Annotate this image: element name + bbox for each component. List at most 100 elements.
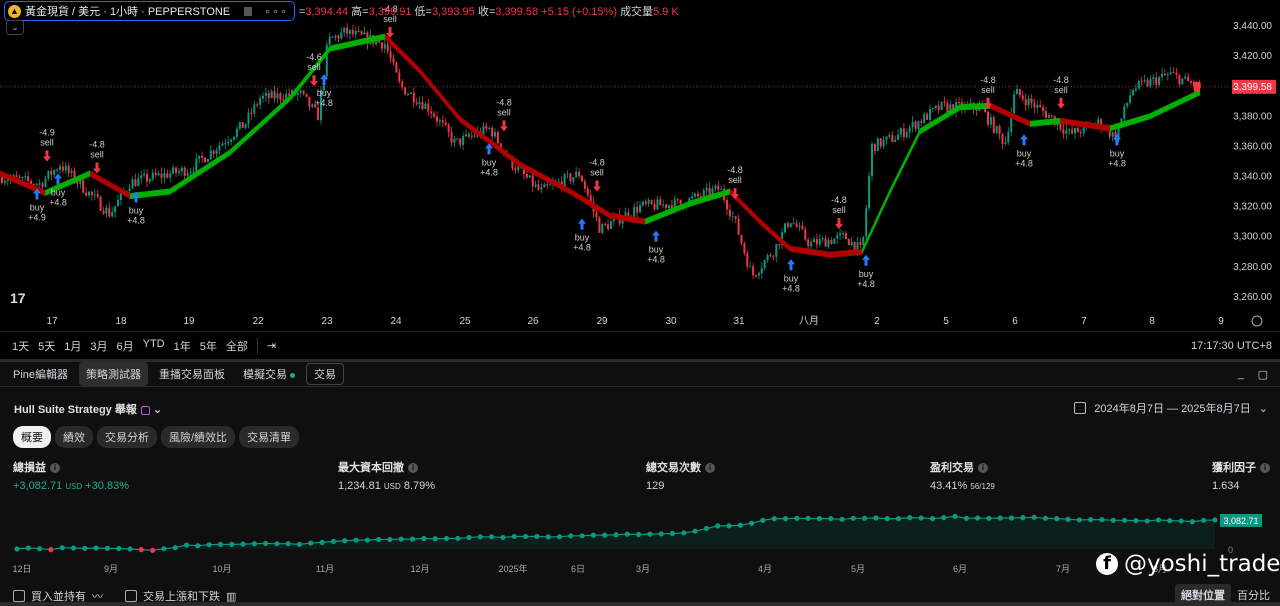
range-0[interactable]: 1天 xyxy=(12,338,29,354)
clock[interactable]: 17:17:30 UTC+8 xyxy=(1191,340,1272,352)
candle-body xyxy=(404,87,407,95)
info-icon[interactable]: i xyxy=(50,463,60,474)
equity-point xyxy=(805,515,811,521)
candle-body xyxy=(296,92,299,96)
buy-arrow-icon xyxy=(652,230,660,242)
subtab-0[interactable]: 概要 xyxy=(13,426,51,448)
candle-body xyxy=(221,143,224,146)
equity-point xyxy=(251,541,257,547)
candle-body xyxy=(450,131,453,143)
candle-body xyxy=(694,193,697,197)
candle-body xyxy=(360,31,363,35)
range-7[interactable]: 5年 xyxy=(200,338,217,354)
candle-body xyxy=(299,90,302,93)
equity-point xyxy=(409,536,416,542)
sell-arrow-icon xyxy=(835,218,843,230)
info-icon[interactable]: i xyxy=(1260,463,1270,474)
candle-body xyxy=(528,175,531,178)
equity-point xyxy=(364,537,370,543)
minimize-icon[interactable]: _ xyxy=(1238,368,1244,380)
goto-date-icon[interactable]: ⇥ xyxy=(267,339,276,352)
subtab-3[interactable]: 風險/績效比 xyxy=(161,426,236,448)
candle-body xyxy=(160,173,163,178)
signal-value: +4.9 xyxy=(28,213,46,223)
candle-body xyxy=(241,122,244,128)
equity-point xyxy=(828,516,834,522)
maximize-icon[interactable]: ▢ xyxy=(1258,368,1268,381)
signal-label: sell xyxy=(497,107,511,117)
range-1[interactable]: 5天 xyxy=(38,338,55,354)
subtab-2[interactable]: 交易分析 xyxy=(97,426,157,448)
range-2[interactable]: 1月 xyxy=(64,338,81,354)
equity-point xyxy=(658,531,664,537)
range-5[interactable]: YTD xyxy=(143,338,165,354)
candle-body xyxy=(757,273,760,276)
candle-body xyxy=(1024,99,1027,106)
tab-0[interactable]: Pine編輯器 xyxy=(6,362,75,386)
tab-3[interactable]: 模擬交易 xyxy=(236,362,302,386)
absolute-toggle[interactable]: 絕對位置 xyxy=(1175,584,1231,606)
subtab-4[interactable]: 交易清單 xyxy=(239,426,300,448)
candle-body xyxy=(61,166,64,171)
candle-body xyxy=(488,127,491,129)
percent-toggle[interactable]: 百分比 xyxy=(1231,584,1276,606)
signal-value: -4.8 xyxy=(831,195,847,205)
range-6[interactable]: 1年 xyxy=(174,338,191,354)
more-icon[interactable]: ∘∘∘ xyxy=(264,5,288,18)
candle-body xyxy=(847,239,850,246)
candle-body xyxy=(639,205,641,213)
equity-point xyxy=(82,545,88,551)
candle-body xyxy=(140,175,143,179)
candle-body xyxy=(18,177,21,179)
tab-2[interactable]: 重播交易面板 xyxy=(152,362,232,386)
candlestick-canvas[interactable]: buy+4.9-4.9sellbuy+4.8-4.8sellbuy+4.8-4.… xyxy=(0,0,1280,331)
candle-body xyxy=(206,158,209,163)
info-icon[interactable]: i xyxy=(978,463,988,474)
date-range-selector[interactable]: 2024年8月7日 — 2025年8月7日 ⌄ xyxy=(1074,400,1268,416)
flag-icon[interactable] xyxy=(244,6,253,16)
range-4[interactable]: 6月 xyxy=(117,338,134,354)
candle-body xyxy=(789,223,792,227)
candle-body xyxy=(1161,73,1163,78)
equity-point xyxy=(602,532,608,538)
candle-body xyxy=(47,170,50,179)
tradingview-logo[interactable]: 17 xyxy=(10,290,26,306)
tab-1[interactable]: 策略測試器 xyxy=(79,362,149,386)
candle-body xyxy=(331,36,334,38)
tab-4[interactable]: 交易 xyxy=(306,363,345,385)
info-icon[interactable]: i xyxy=(408,463,418,474)
candle-body xyxy=(1166,73,1169,76)
metric-unit: 56/129 xyxy=(970,482,995,491)
info-icon[interactable]: i xyxy=(705,463,715,474)
signal-value: +4.8 xyxy=(480,167,498,177)
sell-arrow-icon xyxy=(93,162,101,174)
price-chart[interactable]: buy +4.9 -4.9 sell buy +4.8 -4.8 sell buy +4.8 -4.… xyxy=(0,0,1280,331)
candle-body xyxy=(531,175,534,187)
metric-label: 總損益 xyxy=(13,462,46,474)
status-dot-icon xyxy=(290,372,296,378)
candle-body xyxy=(27,176,30,181)
range-8[interactable]: 全部 xyxy=(226,338,248,354)
candle-body xyxy=(833,238,836,244)
candle-body xyxy=(760,268,763,274)
candle-body xyxy=(1007,132,1010,143)
collapse-legend-button[interactable]: ⌄ xyxy=(6,20,24,35)
range-3[interactable]: 3月 xyxy=(90,338,107,354)
equity-chart[interactable]: 3,082.71012日 9月 10月 11月 12月 2025年 6日 3月 4月 5月 6月 7月… xyxy=(0,507,1280,587)
candle-body xyxy=(572,177,575,182)
candle-body xyxy=(64,165,67,171)
equity-point xyxy=(274,541,280,547)
candle-body xyxy=(575,171,578,178)
candle-body xyxy=(85,192,88,196)
candle-body xyxy=(267,92,270,98)
subtab-1[interactable]: 績效 xyxy=(55,426,93,448)
signal-label: buy xyxy=(51,187,66,197)
equity-point xyxy=(534,533,540,540)
symbol-button[interactable]: ▲ 黃金現貨 / 美元 · 1小時 · PEPPERSTONE ∘∘∘ xyxy=(4,1,295,21)
candle-body xyxy=(598,217,601,233)
candle-body xyxy=(447,124,450,132)
candle-body xyxy=(644,201,647,204)
candle-body xyxy=(1178,74,1181,85)
equity-point xyxy=(579,533,585,539)
strategy-title[interactable]: Hull Suite Strategy 舉報 ⌄ xyxy=(14,401,162,417)
